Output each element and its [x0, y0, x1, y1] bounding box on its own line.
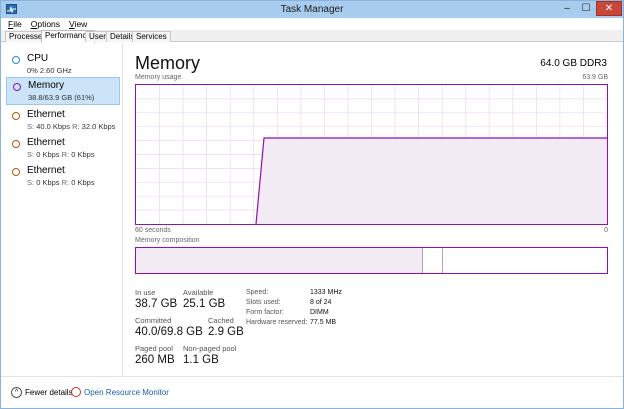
nonpaged-pool-value: 1.1 GB: [183, 354, 219, 366]
cached-value: 2.9 GB: [208, 326, 244, 338]
memory-composition-bar[interactable]: [135, 247, 608, 274]
usage-fill-area: [256, 138, 607, 224]
resource-value: 0% 2.60 GHz: [27, 66, 72, 75]
ethernet-indicator-icon: [12, 112, 20, 120]
resource-ethernet-2[interactable]: Ethernet S: 0 Kbps R: 0 Kbps: [6, 135, 120, 163]
memory-usage-graph: [135, 84, 608, 225]
available-label: Available: [183, 288, 214, 297]
minimize-button[interactable]: –: [558, 1, 576, 16]
resource-ethernet-1[interactable]: Ethernet S: 40.0 Kbps R: 32.0 Kbps: [6, 107, 120, 135]
resource-value: S: 0 Kbps R: 0 Kbps: [27, 150, 95, 159]
resource-cpu[interactable]: CPU 0% 2.60 GHz: [6, 51, 120, 79]
maximize-button[interactable]: ☐: [577, 1, 595, 16]
chevron-up-icon[interactable]: ^: [11, 387, 22, 398]
close-button[interactable]: ✕: [596, 1, 622, 16]
form-factor-label: Form factor:: [246, 309, 284, 316]
title-bar[interactable]: Task Manager – ☐ ✕: [1, 1, 623, 18]
resource-name: Ethernet: [27, 109, 65, 120]
paged-pool-value: 260 MB: [135, 354, 175, 366]
slots-value: 8 of 24: [310, 299, 332, 306]
slots-label: Slots used:: [246, 299, 281, 306]
tab-strip: Processes Performance Users Details Serv…: [1, 30, 623, 43]
committed-label: Committed: [135, 316, 172, 325]
footer: ^ Fewer details Open Resource Monitor: [1, 376, 623, 408]
memory-indicator-icon: [13, 83, 21, 91]
composition-label: Memory composition: [135, 237, 200, 244]
memory-details-pane: Memory 64.0 GB DDR3 Memory usage 63.9 GB…: [124, 43, 623, 376]
resource-name: Ethernet: [27, 137, 65, 148]
resource-name: CPU: [27, 53, 49, 64]
fewer-details-link[interactable]: Fewer details: [25, 388, 73, 397]
cpu-indicator-icon: [12, 56, 20, 64]
resource-ethernet-3[interactable]: Ethernet S: 0 Kbps R: 0 Kbps: [6, 163, 120, 191]
open-resource-monitor-link[interactable]: Open Resource Monitor: [84, 388, 169, 397]
paged-pool-label: Paged pool: [135, 344, 173, 353]
in-use-value: 38.7 GB: [135, 298, 178, 310]
ethernet-indicator-icon: [12, 140, 20, 148]
resource-value: S: 0 Kbps R: 0 Kbps: [27, 178, 95, 187]
speed-label: Speed:: [246, 289, 269, 296]
composition-modified: [423, 248, 443, 273]
memory-usage-chart: [136, 85, 607, 225]
usage-graph-max: 63.9 GB: [582, 74, 608, 81]
hardware-reserved-value: 77.5 MB: [310, 319, 337, 326]
form-factor-value: DIMM: [310, 309, 329, 316]
ethernet-indicator-icon: [12, 168, 20, 176]
memory-total: 64.0 GB DDR3: [540, 58, 607, 69]
usage-graph-label: Memory usage: [135, 74, 182, 81]
resource-monitor-icon[interactable]: [71, 387, 81, 397]
resource-name: Ethernet: [27, 165, 65, 176]
available-value: 25.1 GB: [183, 298, 226, 310]
composition-in-use: [136, 248, 423, 273]
tab-services[interactable]: Services: [132, 31, 171, 42]
time-end-label: 0: [604, 227, 608, 234]
resource-name: Memory: [28, 80, 65, 91]
menu-view[interactable]: View: [69, 18, 87, 30]
window-title: Task Manager: [280, 4, 344, 15]
nonpaged-pool-label: Non-paged pool: [183, 344, 237, 353]
menu-options[interactable]: Options: [31, 18, 60, 30]
menu-bar: File Options View: [1, 18, 623, 30]
resource-list: CPU 0% 2.60 GHz Memory 38.8/63.9 GB (61%…: [1, 43, 123, 376]
time-span-label: 60 seconds: [135, 227, 171, 234]
cached-label: Cached: [208, 316, 234, 325]
page-title: Memory: [135, 53, 201, 73]
hardware-reserved-label: Hardware reserved:: [246, 319, 308, 326]
in-use-label: In use: [135, 288, 156, 297]
committed-value: 40.0/69.8 GB: [135, 326, 203, 338]
task-manager-window: Task Manager – ☐ ✕ File Options View Pro…: [0, 0, 624, 409]
resource-value: S: 40.0 Kbps R: 32.0 Kbps: [27, 122, 116, 131]
resource-value: 38.8/63.9 GB (61%): [28, 93, 95, 102]
menu-file[interactable]: File: [8, 18, 22, 30]
resource-memory[interactable]: Memory 38.8/63.9 GB (61%): [6, 77, 120, 105]
speed-value: 1333 MHz: [310, 289, 342, 296]
